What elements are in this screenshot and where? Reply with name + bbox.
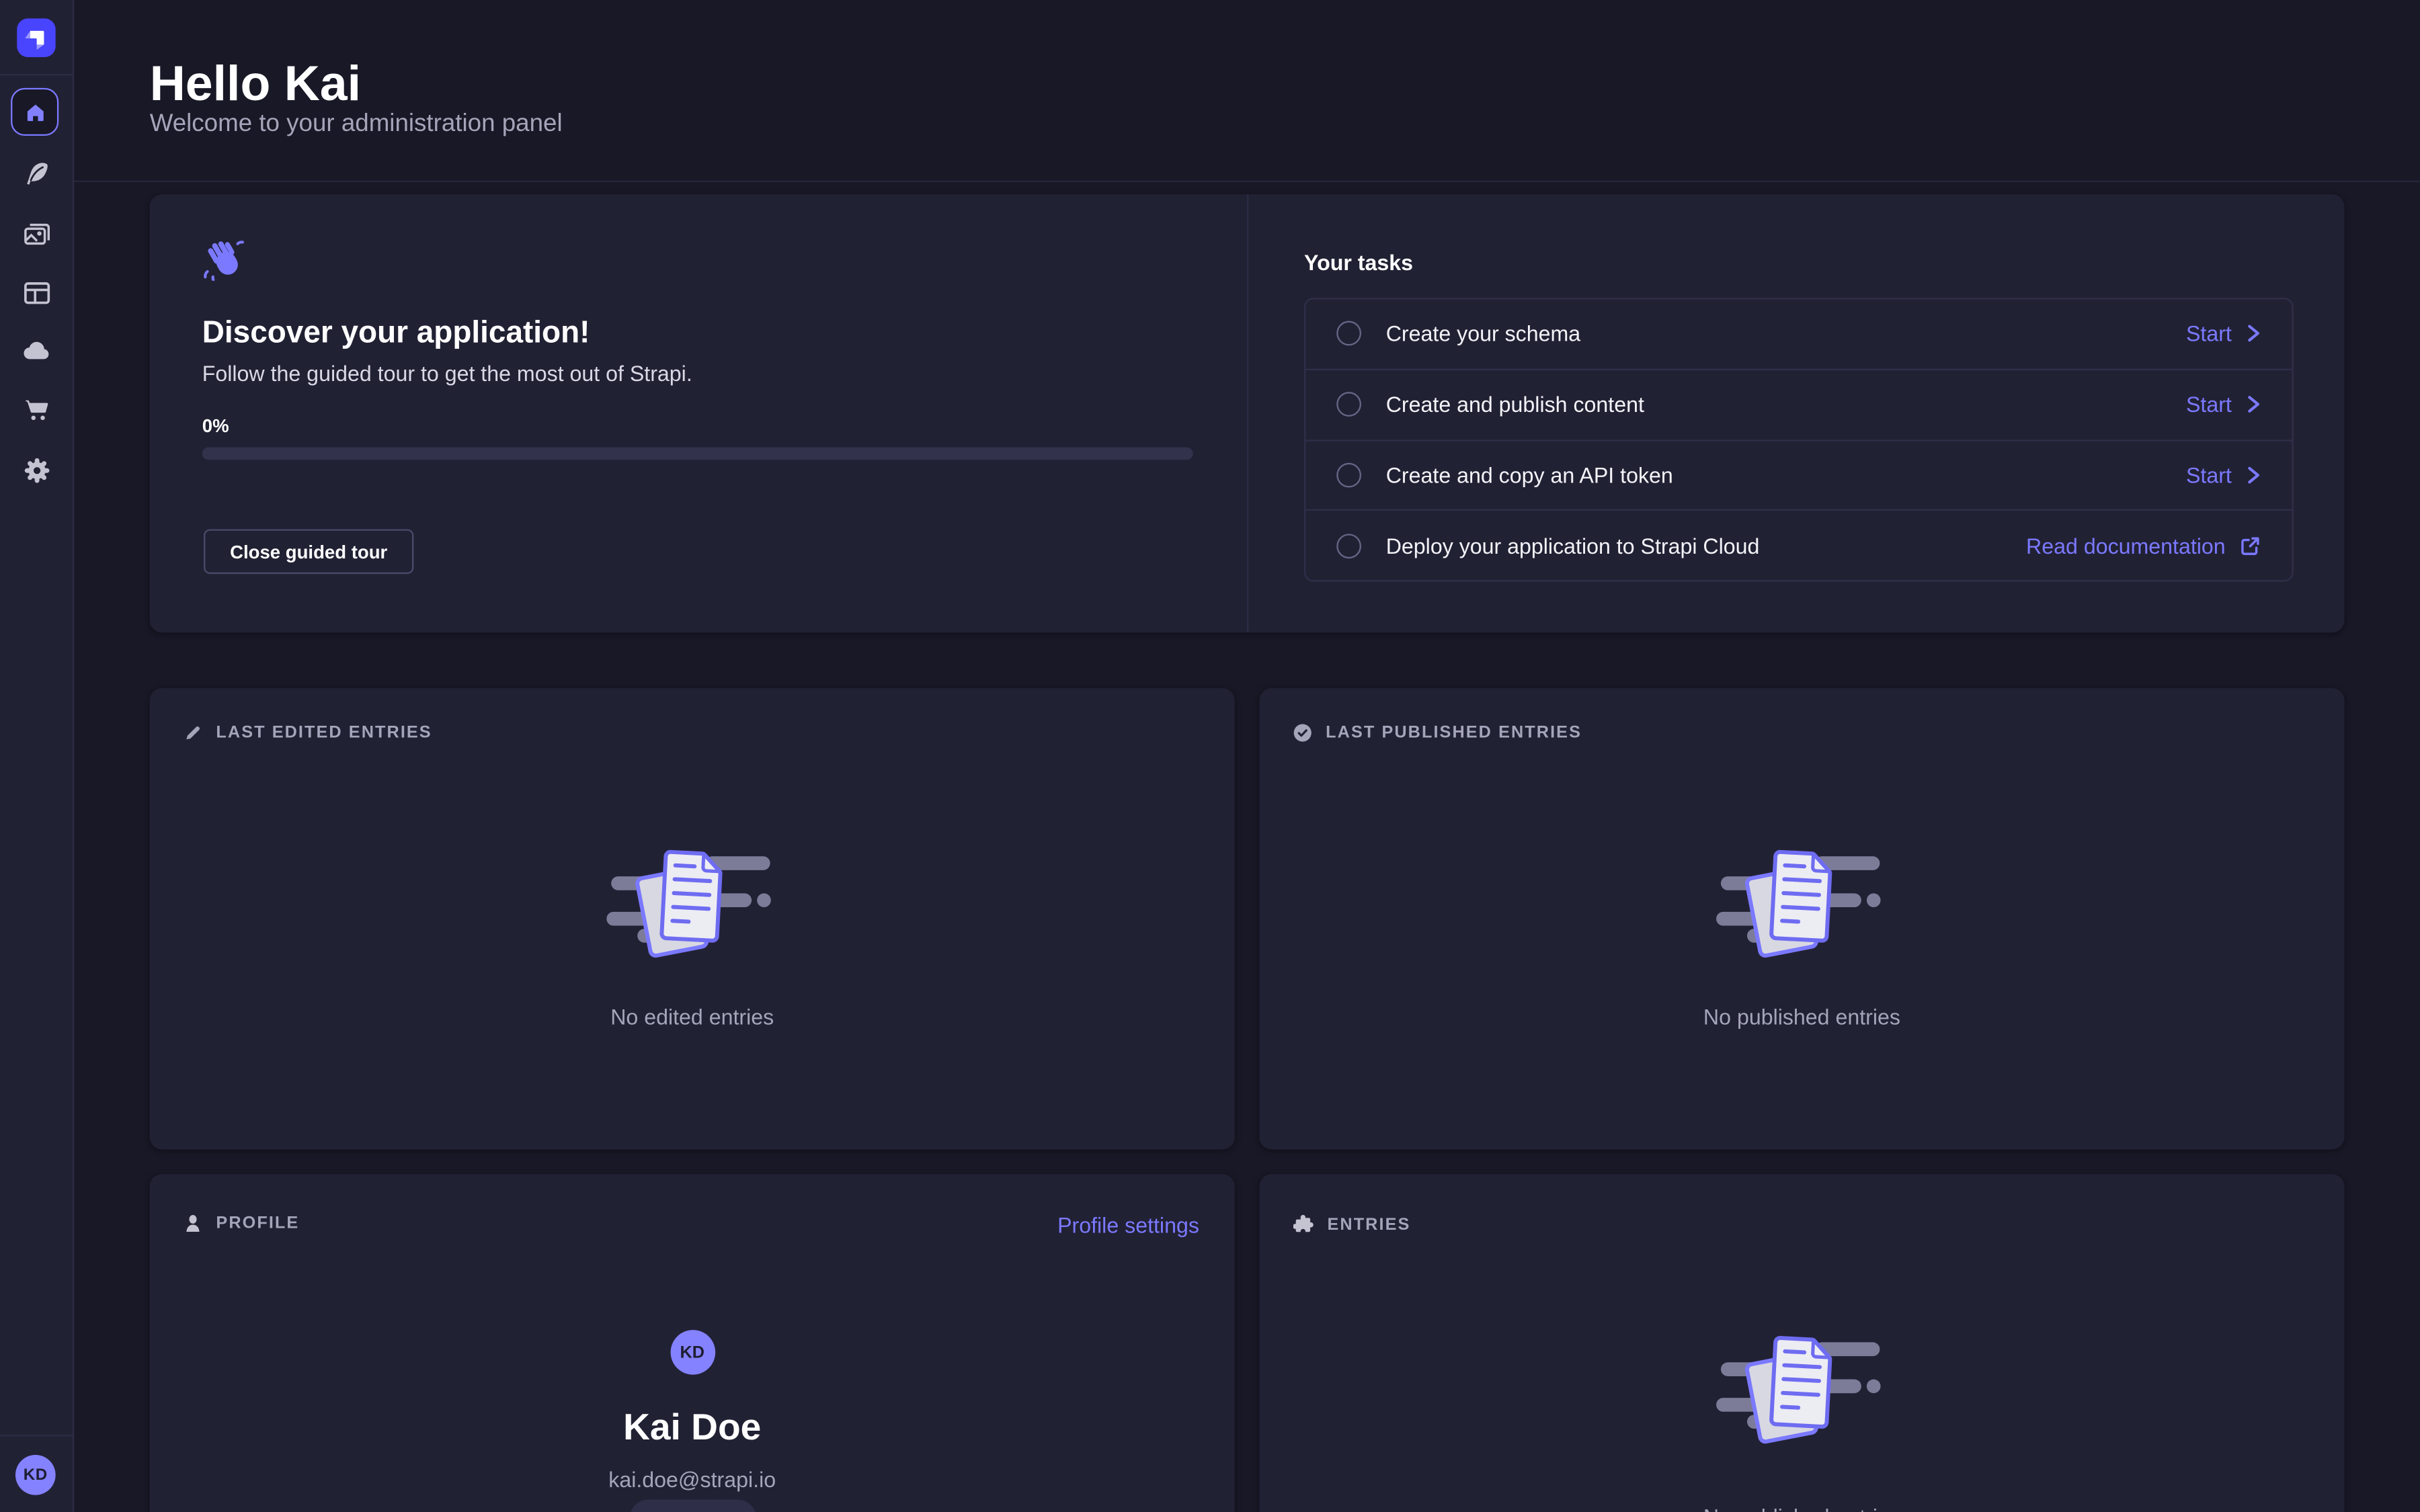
task-action-label: Read documentation (2026, 534, 2226, 558)
task-row: Create and publish content Start (1305, 368, 2292, 439)
pencil-icon (184, 724, 202, 743)
close-guided-tour-button[interactable]: Close guided tour (204, 529, 413, 574)
wave-hand-icon (202, 238, 245, 281)
sidebar-item-media-library[interactable] (20, 218, 52, 250)
layout-icon (21, 277, 52, 308)
sidebar-divider-top (0, 74, 73, 75)
images-icon (21, 218, 52, 249)
last-published-entries-widget: Last published entries No published entr… (1259, 688, 2344, 1149)
tasks-section: Your tasks Create your schema Start Crea… (1248, 194, 2344, 632)
documents-illustration (1716, 843, 1888, 969)
tour-progress-bar (202, 448, 1193, 460)
gear-icon (21, 454, 52, 485)
task-start-link[interactable]: Start (2186, 321, 2261, 346)
sidebar: KD (0, 0, 74, 1512)
task-label: Create and publish content (1386, 392, 1644, 417)
home-icon (22, 99, 47, 124)
sidebar-item-marketplace[interactable] (20, 393, 52, 425)
empty-state-text: No published entries (1259, 1005, 2344, 1030)
tour-progress-label: 0% (202, 415, 229, 437)
guided-tour-title: Discover your application! (202, 317, 590, 352)
widget-title: Last edited entries (216, 724, 432, 743)
widget-header: Last published entries (1293, 724, 1582, 743)
entries-widget: Entries No published entries (1259, 1174, 2344, 1512)
documents-illustration (606, 843, 778, 969)
sidebar-item-content-type-builder[interactable] (20, 276, 52, 308)
task-row: Deploy your application to Strapi Cloud … (1305, 509, 2292, 580)
task-status-circle (1336, 534, 1361, 558)
profile-avatar: KD (670, 1330, 715, 1375)
page-subtitle: Welcome to your administration panel (150, 111, 563, 138)
task-label: Deploy your application to Strapi Cloud (1386, 534, 1760, 558)
widget-title: Profile (216, 1214, 299, 1233)
task-label: Create and copy an API token (1386, 462, 1673, 487)
profile-name: Kai Doe (150, 1407, 1235, 1450)
sidebar-item-settings[interactable] (20, 454, 52, 486)
task-action-label: Start (2186, 321, 2232, 346)
profile-settings-link[interactable]: Profile settings (1057, 1213, 1199, 1238)
guided-tour-subtitle: Follow the guided tour to get the most o… (202, 361, 692, 386)
cart-icon (21, 394, 52, 425)
widget-header: Entries (1293, 1214, 1410, 1234)
strapi-logo-icon[interactable] (17, 19, 55, 57)
user-avatar[interactable]: KD (15, 1455, 56, 1495)
person-icon (184, 1214, 202, 1233)
task-label: Create your schema (1386, 321, 1580, 346)
empty-state-text: No published entries (1259, 1505, 2344, 1512)
task-row: Create your schema Start (1305, 299, 2292, 368)
sidebar-item-content-manager[interactable] (20, 157, 52, 190)
documents-illustration (1716, 1329, 1888, 1455)
guided-tour-card: Discover your application! Follow the gu… (150, 194, 2345, 632)
profile-email: kai.doe@strapi.io (150, 1467, 1235, 1492)
chevron-right-icon (2246, 325, 2261, 343)
feather-icon (21, 158, 52, 189)
task-row: Create and copy an API token Start (1305, 439, 2292, 509)
sidebar-item-home[interactable] (11, 88, 58, 136)
profile-role-badge (629, 1500, 756, 1512)
header-divider (74, 181, 2420, 182)
task-status-circle (1336, 321, 1361, 346)
page-title: Hello Kai (150, 56, 361, 113)
cloud-icon (20, 335, 52, 367)
task-read-documentation-link[interactable]: Read documentation (2026, 534, 2261, 558)
sidebar-item-cloud[interactable] (20, 335, 52, 367)
task-status-circle (1336, 462, 1361, 487)
tasks-title: Your tasks (1304, 250, 1413, 275)
profile-widget: Profile Profile settings KD Kai Doe kai.… (150, 1174, 1235, 1512)
check-circle-icon (1293, 724, 1312, 743)
sidebar-divider-bottom (0, 1435, 73, 1436)
task-list: Create your schema Start Create and publ… (1304, 298, 2294, 581)
chevron-right-icon (2246, 395, 2261, 414)
widget-header: Profile (184, 1214, 299, 1233)
widget-header: Last edited entries (184, 724, 432, 743)
strapi-logo-glyph (17, 19, 55, 57)
task-action-label: Start (2186, 392, 2232, 417)
widget-title: Last published entries (1326, 724, 1582, 743)
empty-state-text: No edited entries (150, 1005, 1235, 1030)
screen: KD Hello Kai Welcome to your administrat… (0, 0, 2420, 1512)
task-status-circle (1336, 392, 1361, 417)
strapi-admin-dashboard: KD Hello Kai Welcome to your administrat… (0, 0, 2420, 1512)
widget-title: Entries (1327, 1215, 1410, 1234)
task-start-link[interactable]: Start (2186, 392, 2261, 417)
guided-tour-section: Discover your application! Follow the gu… (150, 194, 1249, 632)
external-link-icon (2239, 535, 2261, 556)
task-start-link[interactable]: Start (2186, 462, 2261, 487)
last-edited-entries-widget: Last edited entries No edited entries (150, 688, 1235, 1149)
puzzle-icon (1293, 1214, 1314, 1234)
task-action-label: Start (2186, 462, 2232, 487)
chevron-right-icon (2246, 466, 2261, 485)
